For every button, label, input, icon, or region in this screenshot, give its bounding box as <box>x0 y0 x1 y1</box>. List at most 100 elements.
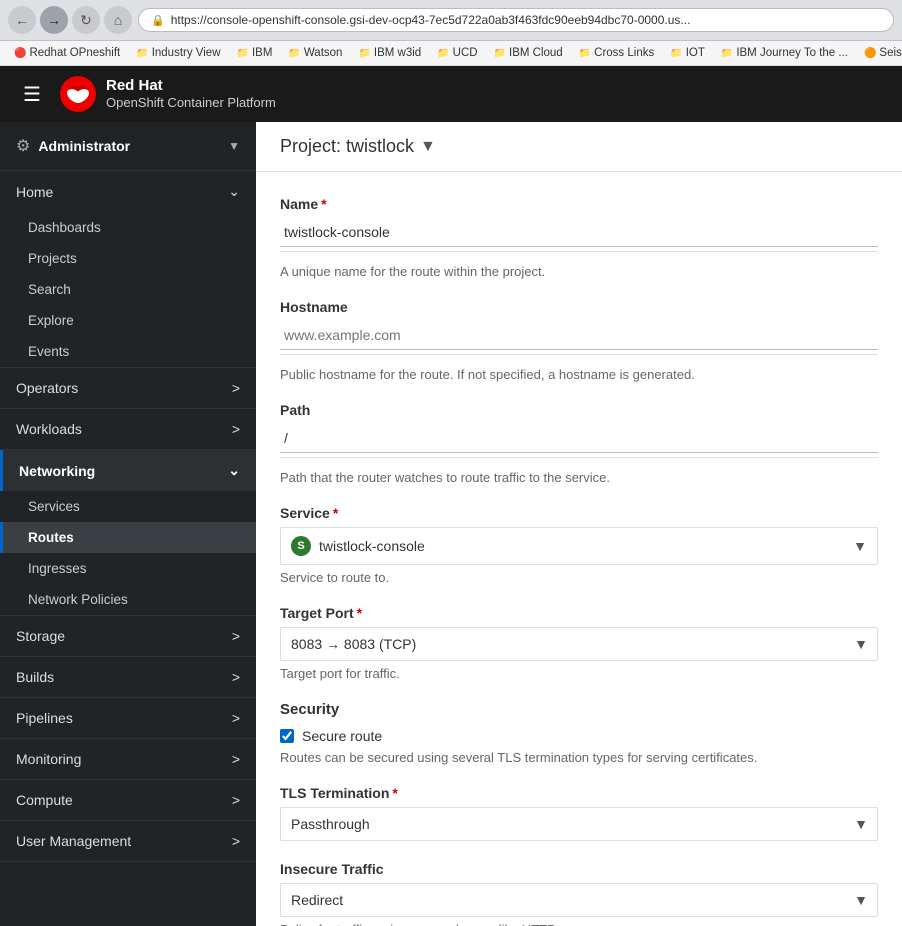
service-label: Service * <box>280 505 878 521</box>
bookmark-watson[interactable]: 📁 Watson <box>282 45 348 61</box>
reload-button[interactable]: ↻ <box>72 6 100 34</box>
back-button[interactable]: ← <box>8 6 36 34</box>
bookmark-ibm[interactable]: 📁 IBM <box>231 45 279 61</box>
name-divider <box>280 251 878 252</box>
tls-required-star: * <box>392 785 397 801</box>
brand-redhat-label: Red Hat <box>106 77 276 95</box>
bookmark-ucd[interactable]: 📁 UCD <box>431 45 483 61</box>
secure-route-checkbox[interactable] <box>280 729 294 743</box>
target-port-help: Target port for traffic. <box>280 666 878 681</box>
hostname-input[interactable] <box>280 321 878 350</box>
security-help: Routes can be secured using several TLS … <box>280 750 878 765</box>
admin-chevron-icon: ▼ <box>228 139 240 153</box>
sidebar-item-services[interactable]: Services <box>0 491 256 522</box>
nav-group-pipelines[interactable]: Pipelines > <box>0 698 256 738</box>
brand-openshift-label: OpenShift Container Platform <box>106 95 276 111</box>
forward-button[interactable]: → <box>40 6 68 34</box>
hostname-divider <box>280 354 878 355</box>
sidebar-item-events[interactable]: Events <box>0 336 256 367</box>
bookmark-iot[interactable]: 📁 IOT <box>664 45 711 61</box>
nav-home-label: Home <box>16 184 53 200</box>
form-group-service: Service * S twistlock-console ▼ Service … <box>280 505 878 585</box>
bookmark-label-watson: Watson <box>304 47 343 59</box>
nav-usermgmt-label: User Management <box>16 833 131 849</box>
bookmark-w3id[interactable]: 📁 IBM w3id <box>352 45 427 61</box>
sidebar-item-projects[interactable]: Projects <box>0 243 256 274</box>
nav-group-home[interactable]: Home ⌄ <box>0 171 256 212</box>
admin-selector[interactable]: ⚙ Administrator ▼ <box>0 122 256 171</box>
form-group-target-port: Target Port * 8083 → 8083 (TCP) ▼ Target… <box>280 605 878 681</box>
path-help: Path that the router watches to route tr… <box>280 470 878 485</box>
sidebar-item-network-policies[interactable]: Network Policies <box>0 584 256 615</box>
secure-route-label[interactable]: Secure route <box>302 728 382 744</box>
nav-group-compute[interactable]: Compute > <box>0 780 256 820</box>
nav-group-workloads[interactable]: Workloads > <box>0 409 256 449</box>
sidebar-item-search[interactable]: Search <box>0 274 256 305</box>
sidebar-item-explore[interactable]: Explore <box>0 305 256 336</box>
nav-pipelines-label: Pipelines <box>16 710 73 726</box>
nav-group-storage[interactable]: Storage > <box>0 616 256 656</box>
service-select[interactable]: S twistlock-console ▼ <box>280 527 878 565</box>
bookmark-industry[interactable]: 📁 Industry View <box>130 45 226 61</box>
nav-workloads-chevron-icon: > <box>232 421 240 437</box>
bookmark-label-iot: IOT <box>686 47 705 59</box>
bookmark-label-crosslinks: Cross Links <box>594 47 654 59</box>
bookmark-crosslinks[interactable]: 📁 Cross Links <box>573 45 661 61</box>
sidebar-item-routes[interactable]: Routes <box>0 522 256 553</box>
secure-route-wrapper: Secure route <box>280 728 878 744</box>
sidebar-item-ingresses[interactable]: Ingresses <box>0 553 256 584</box>
bookmark-redhat[interactable]: 🔴 Redhat OPneshift <box>8 45 126 61</box>
insecure-select[interactable]: Redirect Allow None <box>280 883 878 917</box>
security-section: Security Secure route Routes can be secu… <box>280 701 878 765</box>
nav-monitoring-chevron-icon: > <box>232 751 240 767</box>
nav-section-pipelines: Pipelines > <box>0 698 256 739</box>
url-text: https://console-openshift-console.gsi-de… <box>171 13 691 27</box>
admin-label: Administrator <box>38 138 130 154</box>
path-input[interactable] <box>280 424 878 453</box>
nav-usermgmt-chevron-icon: > <box>232 833 240 849</box>
project-dropdown-icon[interactable]: ▼ <box>420 138 436 156</box>
bookmark-icon-ucd: 📁 <box>437 48 449 59</box>
brand-logo: Red Hat OpenShift Container Platform <box>60 76 276 112</box>
home-button[interactable]: ⌂ <box>104 6 132 34</box>
bookmark-label-w3id: IBM w3id <box>374 47 421 59</box>
bookmark-ibmcloud[interactable]: 📁 IBM Cloud <box>488 45 569 61</box>
bookmark-label-ibm: IBM <box>252 47 272 59</box>
nav-home-chevron-icon: ⌄ <box>228 183 240 200</box>
nav-section-builds: Builds > <box>0 657 256 698</box>
target-port-select[interactable]: 8083 → 8083 (TCP) <box>280 627 878 661</box>
bookmark-icon-iot: 📁 <box>670 48 682 59</box>
nav-operators-chevron-icon: > <box>232 380 240 396</box>
bookmark-label-industry: Industry View <box>152 47 221 59</box>
browser-nav-buttons: ← → ↻ ⌂ <box>8 6 132 34</box>
bookmark-ibmjourney[interactable]: 📁 IBM Journey To the ... <box>715 45 854 61</box>
name-input[interactable] <box>280 218 878 247</box>
nav-section-storage: Storage > <box>0 616 256 657</box>
tls-select[interactable]: Passthrough Edge Re-encrypt <box>280 807 878 841</box>
bookmark-icon-redhat: 🔴 <box>14 48 26 59</box>
lock-icon: 🔒 <box>151 14 165 27</box>
name-label: Name * <box>280 196 878 212</box>
name-required-star: * <box>321 196 326 212</box>
hamburger-button[interactable]: ☰ <box>16 78 48 110</box>
sidebar-item-dashboards[interactable]: Dashboards <box>0 212 256 243</box>
form-group-path: Path Path that the router watches to rou… <box>280 402 878 485</box>
nav-operators-label: Operators <box>16 380 78 396</box>
nav-group-usermgmt[interactable]: User Management > <box>0 821 256 861</box>
address-bar[interactable]: 🔒 https://console-openshift-console.gsi-… <box>138 8 894 32</box>
nav-group-monitoring[interactable]: Monitoring > <box>0 739 256 779</box>
top-nav: ☰ Red Hat OpenShift Container Platform <box>0 66 902 122</box>
bookmark-icon-watson: 📁 <box>288 48 300 59</box>
bookmark-icon-ibmjourney: 📁 <box>721 48 733 59</box>
insecure-label: Insecure Traffic <box>280 861 878 877</box>
target-port-select-wrapper: 8083 → 8083 (TCP) ▼ <box>280 627 878 661</box>
nav-workloads-label: Workloads <box>16 421 82 437</box>
nav-builds-chevron-icon: > <box>232 669 240 685</box>
nav-monitoring-label: Monitoring <box>16 751 81 767</box>
bookmark-seismic[interactable]: 🟠 Seismic <box>858 45 902 61</box>
project-title: Project: twistlock <box>280 136 414 157</box>
nav-group-operators[interactable]: Operators > <box>0 368 256 408</box>
bookmark-icon-ibm: 📁 <box>237 48 249 59</box>
nav-group-networking[interactable]: Networking ⌄ <box>0 450 256 491</box>
nav-group-builds[interactable]: Builds > <box>0 657 256 697</box>
